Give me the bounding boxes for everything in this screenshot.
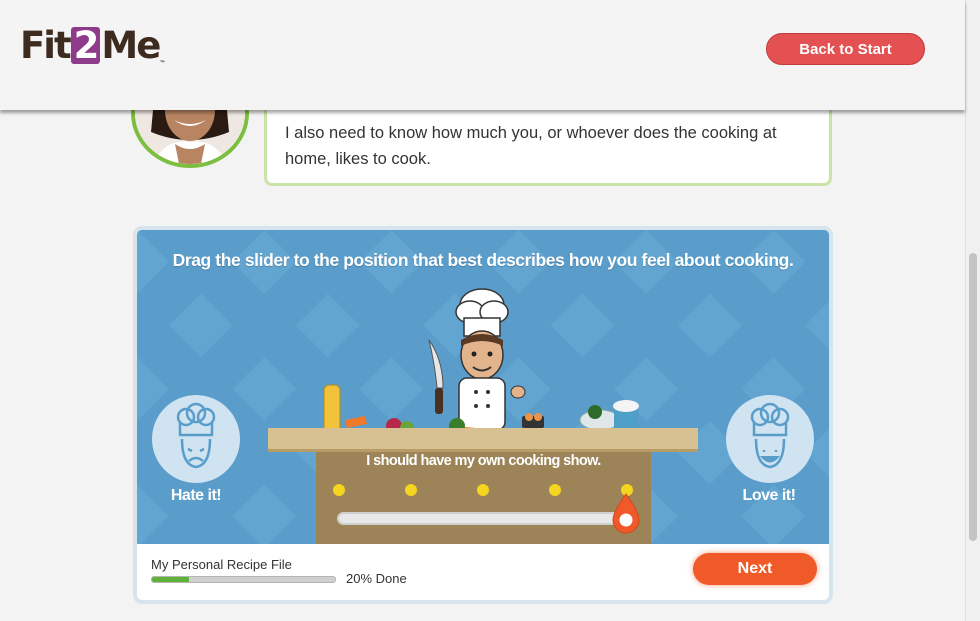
- progress-bar: [151, 576, 336, 583]
- chef-hat-happy-icon: [726, 395, 814, 483]
- slider-drop-handle-icon[interactable]: [609, 492, 643, 536]
- kitchen-counter-top: [268, 428, 698, 452]
- logo-two: 2: [70, 27, 101, 64]
- love-it-label: Love it!: [742, 487, 796, 504]
- fit2me-logo[interactable]: Fit 2 Me™: [20, 24, 165, 67]
- slider-stop-1[interactable]: [333, 484, 345, 496]
- slider-stop-3[interactable]: [477, 484, 489, 496]
- cooking-scene: Drag the slider to the position that bes…: [137, 230, 829, 544]
- back-to-start-button[interactable]: Back to Start: [766, 33, 925, 65]
- slider-stop-2[interactable]: [405, 484, 417, 496]
- header-bar: Fit 2 Me™ Back to Start: [0, 0, 965, 110]
- slider-selected-caption: I should have my own cooking show.: [366, 453, 601, 469]
- cooking-slider-track[interactable]: [337, 512, 622, 525]
- chef-hat-sad-icon: [152, 395, 240, 483]
- slider-stop-4[interactable]: [549, 484, 561, 496]
- instruction-text: Drag the slider to the position that bes…: [172, 250, 794, 270]
- coach-speech-bubble: I also need to know how much you, or who…: [264, 100, 832, 186]
- logo-me: Me: [101, 24, 161, 67]
- cooking-preference-card: Drag the slider to the position that bes…: [133, 226, 833, 604]
- logo-trademark: ™: [159, 60, 166, 67]
- hate-it-label: Hate it!: [170, 487, 222, 504]
- progress-label: My Personal Recipe File: [151, 557, 292, 572]
- progress-footer: My Personal Recipe File 20% Done Next: [137, 544, 829, 600]
- progress-percent-text: 20% Done: [346, 571, 407, 586]
- scrollbar-thumb[interactable]: [969, 253, 977, 541]
- next-button[interactable]: Next: [693, 553, 817, 585]
- coach-speech-text: I also need to know how much you, or who…: [285, 124, 777, 168]
- logo-fit: Fit: [20, 24, 72, 67]
- progress-bar-fill: [152, 577, 189, 582]
